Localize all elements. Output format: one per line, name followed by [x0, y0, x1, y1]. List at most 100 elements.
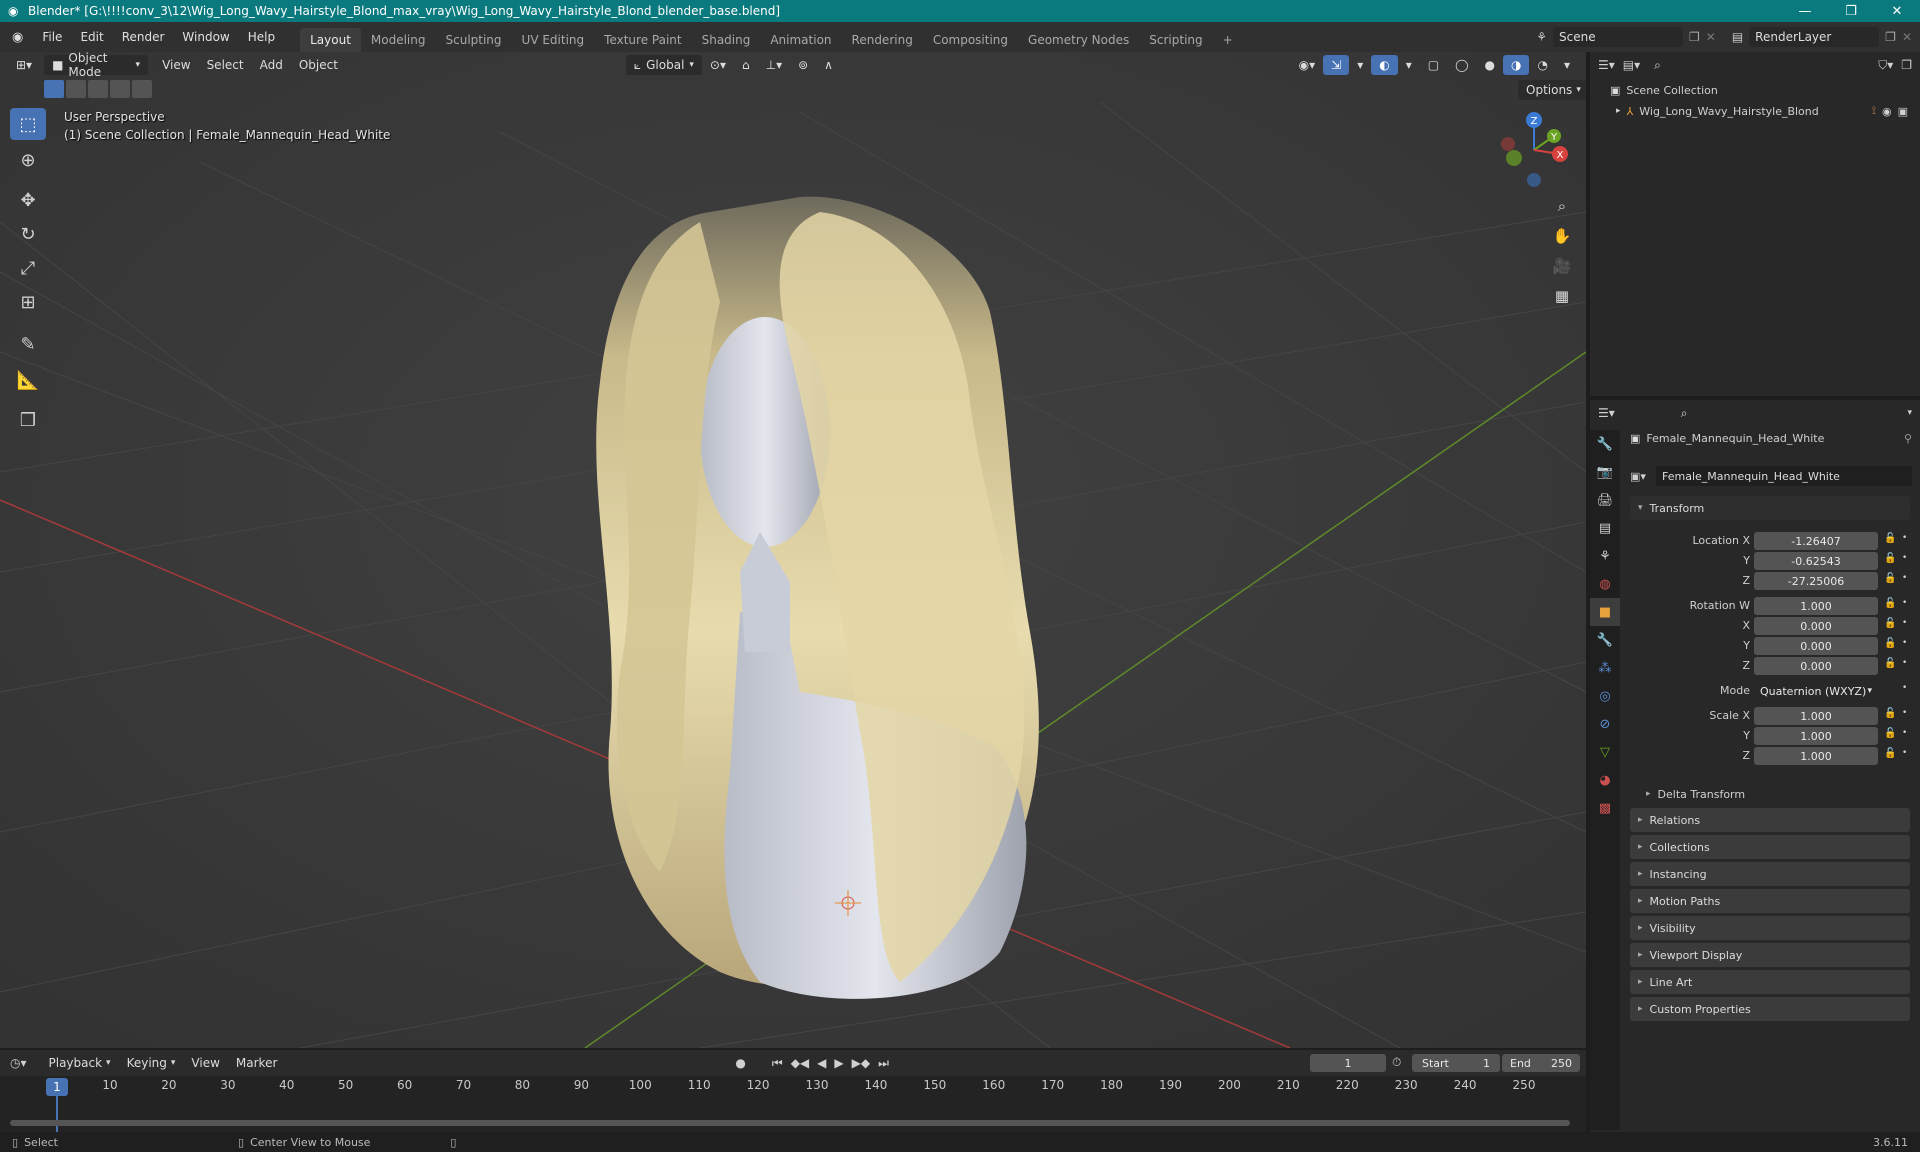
timeline-ruler[interactable]: 1102030405060708090100110120130140150160… — [0, 1076, 1586, 1132]
add-cube-tool[interactable]: ❒ — [10, 404, 46, 436]
solid-shading-icon[interactable]: ● — [1477, 55, 1503, 75]
new-collection-icon[interactable]: ❐ — [1901, 58, 1912, 72]
jump-end-icon[interactable]: ⏭ — [878, 1056, 889, 1071]
delta-transform-subpanel[interactable]: ▸ Delta Transform — [1646, 784, 1910, 804]
lock-icon[interactable]: 🔓 — [1884, 598, 1896, 609]
object-tab-icon[interactable]: ■ — [1590, 598, 1620, 626]
tab-compositing[interactable]: Compositing — [923, 28, 1018, 52]
keyframe-dot-icon[interactable]: • — [1902, 618, 1907, 628]
tab-modeling[interactable]: Modeling — [361, 28, 436, 52]
rotation-y-field[interactable]: 0.000 — [1754, 637, 1878, 655]
options-dropdown-icon[interactable]: ▾ — [1907, 408, 1912, 418]
overlays-dropdown-icon[interactable]: ▾ — [1398, 55, 1420, 75]
scene-selector[interactable]: Scene — [1553, 27, 1683, 47]
new-view-layer-icon[interactable]: ❐ — [1885, 30, 1896, 44]
output-tab-icon[interactable]: 🖨 — [1590, 486, 1620, 514]
world-tab-icon[interactable]: ◍ — [1590, 570, 1620, 598]
next-keyframe-icon[interactable]: ▶◆ — [852, 1056, 870, 1070]
lock-icon[interactable]: 🔓 — [1884, 708, 1896, 719]
outliner-row-wig[interactable]: ▸ ⅄ Wig_Long_Wavy_Hairstyle_Blond ⟟ ◉ ▣ — [1616, 104, 1914, 118]
stopwatch-icon[interactable]: ⏱ — [1392, 1055, 1401, 1070]
lock-icon[interactable]: 🔓 — [1884, 728, 1896, 739]
location-z-field[interactable]: -27.25006 — [1754, 572, 1878, 590]
keyframe-dot-icon[interactable]: • — [1902, 728, 1907, 738]
proportional-edit-icon[interactable]: ⊚ — [790, 55, 816, 75]
lock-icon[interactable]: 🔓 — [1884, 658, 1896, 669]
physics-tab-icon[interactable]: ◎ — [1590, 682, 1620, 710]
delete-scene-icon[interactable]: ✕ — [1706, 30, 1716, 44]
scale-x-field[interactable]: 1.000 — [1754, 707, 1878, 725]
eye-icon[interactable]: ◉ — [1882, 105, 1892, 118]
snap-target-icon[interactable]: ⊥▾ — [758, 55, 790, 75]
menu-render[interactable]: Render — [113, 30, 174, 44]
editor-type-icon[interactable]: ☰▾ — [1598, 406, 1615, 420]
location-y-field[interactable]: -0.62543 — [1754, 552, 1878, 570]
play-icon[interactable]: ▶ — [834, 1056, 843, 1070]
current-frame-field[interactable]: 1 — [1310, 1054, 1386, 1072]
scale-z-field[interactable]: 1.000 — [1754, 747, 1878, 765]
menu-select[interactable]: Select — [199, 55, 252, 75]
annotate-tool[interactable]: ✎ — [10, 328, 46, 360]
gizmo-dropdown-icon[interactable]: ▾ — [1349, 55, 1371, 75]
lock-icon[interactable]: 🔓 — [1884, 638, 1896, 649]
timeline-scrollbar[interactable] — [10, 1120, 1570, 1126]
keyframe-dot-icon[interactable]: • — [1902, 533, 1907, 543]
keyframe-dot-icon[interactable]: • — [1902, 748, 1907, 758]
rotation-mode-selector[interactable]: Quaternion (WXYZ) ▾ — [1754, 682, 1878, 700]
new-scene-icon[interactable]: ❐ — [1689, 30, 1700, 44]
texture-tab-icon[interactable]: ▩ — [1590, 794, 1620, 822]
outliner-row-scene-collection[interactable]: ▣ Scene Collection — [1610, 84, 1718, 97]
visibility-panel-header[interactable]: ▸ Visibility — [1630, 916, 1910, 940]
jump-start-icon[interactable]: ⏮ — [772, 1056, 783, 1071]
keyframe-dot-icon[interactable]: • — [1902, 638, 1907, 648]
tab-layout[interactable]: Layout — [300, 28, 361, 52]
tab-sculpting[interactable]: Sculpting — [436, 28, 512, 52]
transform-orientation-selector[interactable]: ⟀ Global ▾ — [625, 55, 702, 75]
gizmo-toggle-icon[interactable]: ⇲ — [1323, 55, 1350, 75]
tab-scripting[interactable]: Scripting — [1139, 28, 1212, 52]
object-browse-icon[interactable]: ▣▾ — [1630, 470, 1656, 483]
add-workspace-button[interactable]: + — [1213, 28, 1243, 52]
editor-type-icon[interactable]: ⊞▾ — [8, 55, 40, 75]
lock-icon[interactable]: 🔓 — [1884, 533, 1896, 544]
display-mode-icon[interactable]: ▤▾ — [1623, 58, 1640, 72]
select-subtract-icon[interactable] — [88, 80, 108, 98]
minimize-button[interactable]: — — [1782, 4, 1828, 19]
keyframe-dot-icon[interactable]: • — [1902, 708, 1907, 718]
filter-icon[interactable]: ⛉▾ — [1878, 58, 1893, 73]
menu-keying[interactable]: Keying ▾ — [119, 1053, 184, 1073]
keyframe-dot-icon[interactable]: • — [1902, 683, 1907, 693]
expand-arrow-icon[interactable]: ▸ — [1616, 106, 1621, 116]
camera-view-icon[interactable]: 🎥 — [1548, 252, 1576, 280]
select-intersect-icon[interactable] — [132, 80, 152, 98]
lock-icon[interactable]: 🔓 — [1884, 618, 1896, 629]
custom-properties-panel-header[interactable]: ▸ Custom Properties — [1630, 997, 1910, 1021]
xray-toggle-icon[interactable]: ▢ — [1420, 55, 1447, 75]
rotate-tool[interactable]: ↻ — [10, 218, 46, 250]
view-layer-selector[interactable]: RenderLayer — [1749, 27, 1880, 47]
keyframe-dot-icon[interactable]: • — [1902, 658, 1907, 668]
pivot-point-icon[interactable]: ⊙▾ — [702, 55, 734, 75]
select-invert-icon[interactable] — [110, 80, 130, 98]
pan-hand-icon[interactable]: ✋ — [1548, 222, 1576, 250]
modifier-tab-icon[interactable]: 🔧 — [1590, 626, 1620, 654]
render-tab-icon[interactable]: 📷 — [1590, 458, 1620, 486]
shading-dropdown-icon[interactable]: ▾ — [1556, 55, 1578, 75]
end-frame-field[interactable]: End 250 — [1502, 1054, 1580, 1072]
cursor-tool[interactable]: ⊕ — [10, 144, 46, 176]
transform-tool[interactable]: ⊞ — [10, 286, 46, 318]
viewport-scene[interactable] — [0, 52, 1586, 1048]
motion-paths-panel-header[interactable]: ▸ Motion Paths — [1630, 889, 1910, 913]
tab-animation[interactable]: Animation — [760, 28, 841, 52]
select-box-tool[interactable]: ⬚ — [10, 108, 46, 140]
scale-y-field[interactable]: 1.000 — [1754, 727, 1878, 745]
rotation-x-field[interactable]: 0.000 — [1754, 617, 1878, 635]
menu-object[interactable]: Object — [291, 55, 346, 75]
measure-tool[interactable]: 📐 — [10, 364, 46, 396]
start-frame-field[interactable]: Start 1 — [1412, 1054, 1500, 1072]
blender-menu-icon[interactable]: ◉ — [0, 30, 33, 45]
snap-icon[interactable]: ⌂ — [734, 55, 758, 75]
constraints-tab-icon[interactable]: ⊘ — [1590, 710, 1620, 738]
tab-texture-paint[interactable]: Texture Paint — [594, 28, 691, 52]
outliner-search-input[interactable]: ⌕ — [1648, 55, 1759, 75]
